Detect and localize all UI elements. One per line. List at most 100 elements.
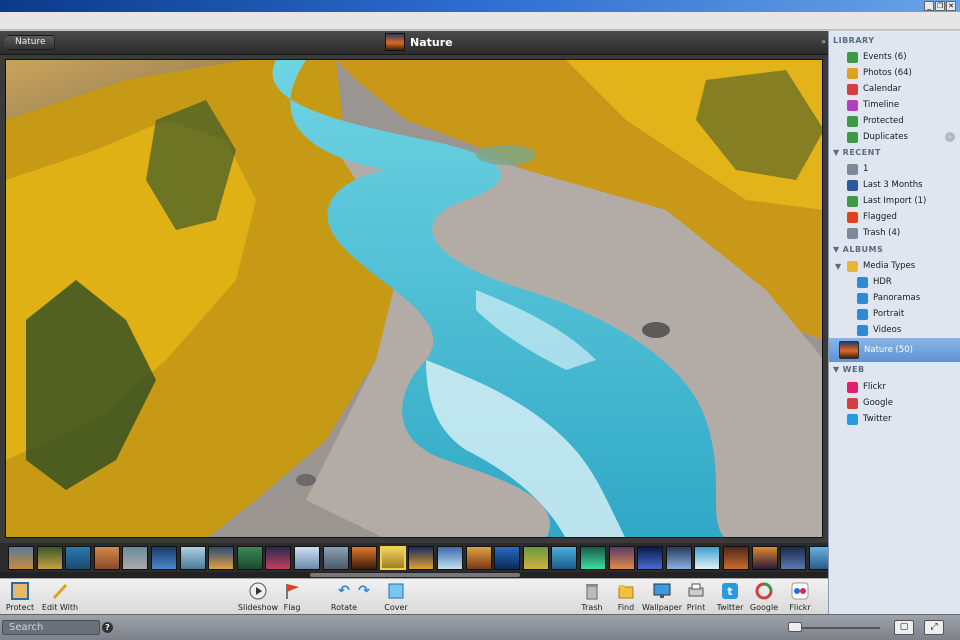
library-section-heading[interactable]: LIBRARY [829, 33, 960, 49]
sidebar-item-media-types[interactable]: Media Types ▼ [829, 258, 960, 274]
filmstrip-thumbnail[interactable] [151, 546, 177, 570]
web-section-heading[interactable]: ▼ WEB [829, 362, 960, 378]
filmstrip-thumbnail[interactable] [694, 546, 721, 570]
sidebar-item-duplicates[interactable]: Duplicates › [829, 129, 960, 145]
rotate-label: Rotate [330, 603, 358, 612]
zoom-slider-knob[interactable] [788, 622, 802, 632]
filmstrip-thumbnail[interactable] [522, 546, 549, 570]
disclosure-triangle-icon[interactable]: ▼ [835, 262, 841, 271]
duplicates-icon [847, 131, 858, 143]
cover-label: Cover [384, 603, 408, 612]
chevron-right-icon[interactable]: › [945, 132, 955, 142]
folder-icon [616, 581, 636, 601]
google-icon [754, 581, 774, 601]
sidebar-item-panoramas[interactable]: Panoramas [829, 290, 960, 306]
flag-label: Flag [283, 603, 301, 612]
filmstrip-thumbnail[interactable] [322, 546, 349, 570]
filmstrip-thumbnail[interactable] [808, 546, 828, 570]
import-icon [847, 195, 858, 207]
filmstrip-thumbnail[interactable] [780, 546, 807, 570]
filmstrip-thumbnail[interactable] [637, 546, 664, 570]
sidebar-item-label: Timeline [863, 100, 900, 110]
sidebar-item-google[interactable]: Google [829, 395, 960, 411]
sidebar-item-last-import-1[interactable]: Last Import (1) [829, 193, 960, 209]
filmstrip-thumbnail[interactable] [437, 546, 463, 570]
sidebar-item-label: Trash (4) [863, 228, 901, 238]
albums-section-heading[interactable]: ▼ ALBUMS [829, 242, 960, 258]
sidebar-item-label: Calendar [863, 84, 902, 94]
fullscreen-button[interactable]: ⤢ [924, 620, 944, 635]
filmstrip-thumbnail[interactable] [408, 546, 435, 570]
sidebar-item-1[interactable]: 1 [829, 161, 960, 177]
protect-button[interactable]: Protect [0, 581, 42, 612]
filmstrip-thumbnail[interactable] [236, 546, 263, 570]
restore-button[interactable]: ❐ [935, 1, 945, 11]
filmstrip-thumbnail[interactable] [93, 546, 120, 570]
filmstrip-thumbnail[interactable] [465, 546, 492, 570]
sidebar-item-portrait[interactable]: Portrait [829, 306, 960, 322]
flag-button[interactable]: Flag [270, 581, 314, 612]
sidebar-item-twitter[interactable]: Twitter [829, 411, 960, 427]
sidebar-item-nature-50[interactable]: Nature (50) [829, 338, 960, 362]
sidebar-item-photos-64[interactable]: Photos (64) [829, 65, 960, 81]
sidebar-item-last-3-months[interactable]: Last 3 Months [829, 177, 960, 193]
filmstrip-thumbnail[interactable] [665, 546, 692, 570]
protected-icon [847, 115, 858, 127]
trash-label: Trash [581, 603, 603, 612]
filmstrip-thumbnail[interactable] [208, 546, 235, 570]
album-thumb-icon [839, 341, 859, 359]
google-icon [847, 397, 858, 409]
back-button[interactable]: Nature [2, 35, 55, 50]
zoom-slider-track[interactable] [790, 627, 880, 629]
sidebar-item-flagged[interactable]: Flagged [829, 209, 960, 225]
sidebar-item-label: 1 [863, 164, 869, 174]
twitter-icon [847, 413, 858, 425]
filmstrip-thumbnail[interactable] [179, 546, 206, 570]
sidebar-item-events-6[interactable]: Events (6) [829, 49, 960, 65]
filmstrip-thumbnail[interactable] [294, 546, 320, 570]
filmstrip-thumbnail[interactable] [351, 546, 378, 570]
bottom-toolbar: Protect Edit With Slideshow Flag ↶ Rotat… [0, 578, 828, 614]
album-icon [857, 292, 868, 304]
flickr-button[interactable]: Flickr [778, 581, 822, 612]
filmstrip-thumbnail[interactable] [65, 546, 92, 570]
fit-view-button[interactable]: ▢ [894, 620, 914, 635]
filmstrip-thumbnail[interactable] [723, 546, 749, 570]
expand-icon[interactable]: » [821, 37, 826, 46]
search-input[interactable]: Search [2, 620, 100, 635]
recent-heading-text: RECENT [842, 148, 881, 157]
filmstrip-thumbnail[interactable] [122, 546, 149, 570]
filmstrip-thumbnail[interactable] [751, 546, 778, 570]
sidebar-item-protected[interactable]: Protected [829, 113, 960, 129]
filmstrip-thumbnail[interactable] [551, 546, 578, 570]
minimize-button[interactable]: _ [924, 1, 934, 11]
cover-button[interactable]: Cover [374, 581, 418, 612]
sidebar-item-label: Google [863, 398, 893, 408]
filmstrip-thumbnail[interactable] [494, 546, 521, 570]
main-photo[interactable] [5, 59, 823, 538]
filmstrip-thumbnail[interactable] [265, 546, 292, 570]
recent-section-heading[interactable]: ▼ RECENT [829, 145, 960, 161]
filmstrip-scroll-thumb[interactable] [310, 573, 520, 577]
filmstrip-thumbnail[interactable] [8, 546, 34, 570]
filmstrip-thumbnail[interactable] [379, 546, 406, 570]
sidebar-item-flickr[interactable]: Flickr [829, 379, 960, 395]
pencil-icon [50, 581, 70, 601]
filmstrip-thumbnail[interactable] [36, 546, 63, 570]
filmstrip-thumbnail[interactable] [608, 546, 635, 570]
sidebar-item-calendar[interactable]: Calendar [829, 81, 960, 97]
edit-with-button[interactable]: Edit With [38, 581, 82, 612]
filmstrip-thumbnail[interactable] [580, 546, 606, 570]
sidebar-item-label: Panoramas [873, 293, 921, 303]
fullscreen-icon: ⤢ [930, 622, 938, 632]
sidebar: LIBRARY ▼ RECENT ▼ ALBUMS ▼ WEB Events (6) P… [828, 31, 960, 614]
close-button[interactable]: ✕ [946, 1, 956, 11]
menubar [0, 12, 960, 30]
flickr-icon [790, 581, 810, 601]
sidebar-item-trash-4[interactable]: Trash (4) [829, 225, 960, 241]
sidebar-item-videos[interactable]: Videos [829, 322, 960, 338]
sidebar-item-hdr[interactable]: HDR [829, 274, 960, 290]
find-label: Find [617, 603, 635, 612]
sidebar-item-timeline[interactable]: Timeline [829, 97, 960, 113]
help-icon[interactable]: ? [102, 622, 113, 633]
